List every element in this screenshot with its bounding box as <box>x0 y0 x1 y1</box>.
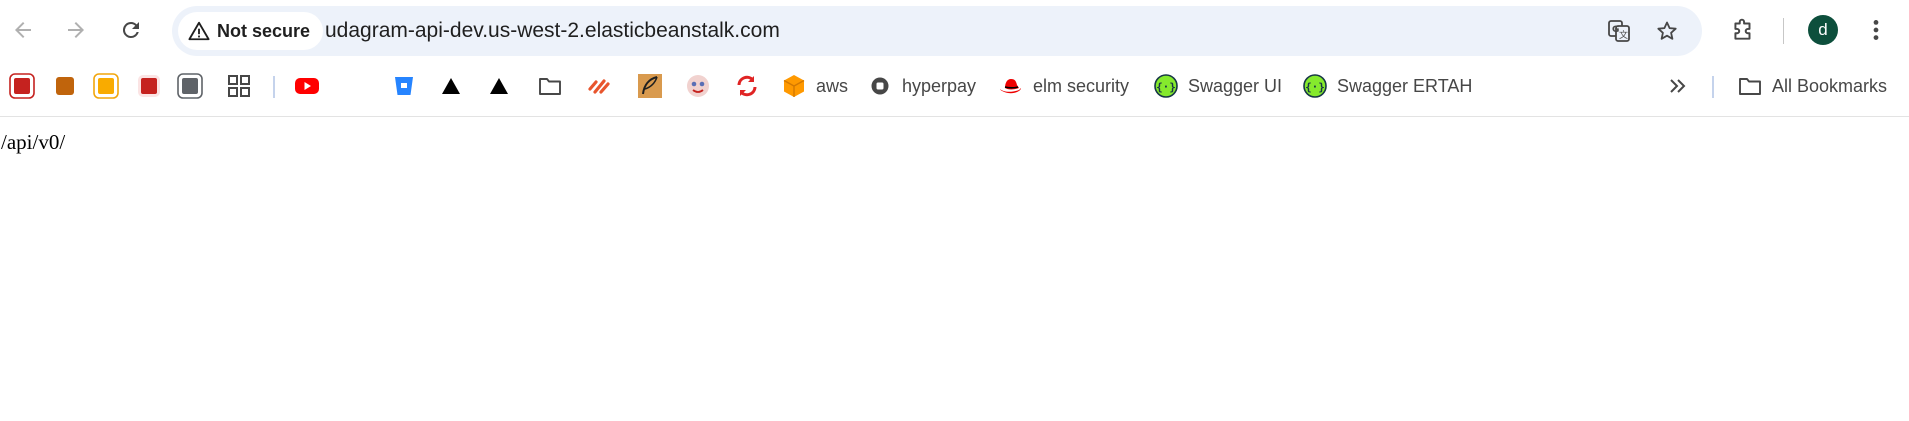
ring-icon <box>867 73 893 99</box>
bookmark-item[interactable] <box>486 66 512 106</box>
translate-button[interactable]: G 文 <box>1603 15 1635 47</box>
bookmark-item[interactable] <box>226 66 252 106</box>
bookmarks-divider <box>273 76 275 98</box>
bookmark-star-button[interactable] <box>1651 15 1683 47</box>
warning-triangle-icon <box>188 21 210 41</box>
bookmark-label: Swagger UI <box>1188 75 1283 96</box>
translate-icon: G 文 <box>1608 20 1630 42</box>
star-icon <box>1657 21 1677 40</box>
puzzle-icon <box>1734 18 1751 40</box>
bookmark-item[interactable] <box>537 66 563 106</box>
bookmark-item[interactable] <box>438 66 464 106</box>
apps-grid-icon <box>226 73 252 99</box>
bookmark-item[interactable] <box>637 66 663 106</box>
bookmark-item[interactable] <box>93 66 119 106</box>
bookmark-label: elm security <box>1033 75 1130 96</box>
bookmark-elm-security[interactable]: elm security <box>998 66 1129 106</box>
bookmark-label: aws <box>816 75 849 96</box>
double-chevron-icon <box>1665 73 1691 99</box>
security-chip[interactable]: Not secure <box>178 12 324 50</box>
stripes-icon <box>587 73 613 99</box>
page-text: /api/v0/ <box>1 130 66 154</box>
feather-icon <box>637 73 663 99</box>
svg-text:文: 文 <box>1619 29 1628 41</box>
bookmarks-divider <box>1712 76 1714 98</box>
crimson-square-icon <box>136 73 162 99</box>
all-bookmarks-label: All Bookmarks <box>1772 75 1888 96</box>
black-triangle-icon <box>486 73 512 99</box>
bookmark-item[interactable] <box>136 66 162 106</box>
forward-button[interactable] <box>57 11 95 49</box>
reload-button[interactable] <box>112 11 150 49</box>
aws-cube-icon <box>781 73 807 99</box>
menu-button[interactable] <box>1859 13 1893 47</box>
browser-toolbar: Not secure udagram-api-dev.us-west-2.ela… <box>0 0 1909 60</box>
swagger-icon: {·} <box>1153 73 1179 99</box>
bookmark-item[interactable] <box>294 66 320 106</box>
folder-icon <box>537 73 563 99</box>
youtube-icon <box>294 73 320 99</box>
toolbar-divider <box>1783 18 1784 44</box>
security-label: Not secure <box>217 20 311 41</box>
bookmark-label: hyperpay <box>902 75 977 96</box>
bookmark-swagger-ertah[interactable]: {·} Swagger ERTAH <box>1302 66 1472 106</box>
bookmark-swagger-ui[interactable]: {·} Swagger UI <box>1153 66 1282 106</box>
reload-icon <box>122 21 139 38</box>
bookmarks-bar: aws hyperpay elm security {·} Swagger UI… <box>0 66 1909 106</box>
folder-icon <box>1737 73 1763 99</box>
all-bookmarks-button[interactable]: All Bookmarks <box>1737 66 1887 106</box>
bookmark-aws[interactable]: aws <box>781 66 848 106</box>
arrow-right-icon <box>68 22 84 38</box>
black-triangle-icon <box>438 73 464 99</box>
swagger-icon: {·} <box>1302 73 1328 99</box>
face-icon <box>685 73 711 99</box>
red-square-icon <box>9 73 35 99</box>
arrow-left-icon <box>15 22 31 38</box>
bookmark-item[interactable] <box>52 66 78 106</box>
bookmark-item[interactable] <box>685 66 711 106</box>
orange-square-icon <box>52 73 78 99</box>
svg-text:{·}: {·} <box>1305 81 1325 94</box>
bookmark-item[interactable] <box>734 66 760 106</box>
bookmark-item[interactable] <box>9 66 35 106</box>
sync-arrows-icon <box>734 73 760 99</box>
yellow-square-icon <box>93 73 119 99</box>
bookmark-item[interactable] <box>177 66 203 106</box>
gray-square-icon <box>177 73 203 99</box>
bitbucket-icon <box>391 73 417 99</box>
redhat-icon <box>998 73 1024 99</box>
bookmark-label: Swagger ERTAH <box>1337 75 1473 96</box>
profile-avatar[interactable]: d <box>1808 15 1838 45</box>
bookmarks-overflow-button[interactable] <box>1665 66 1691 106</box>
page-content: /api/v0/ <box>0 117 1909 421</box>
bookmark-item[interactable] <box>587 66 613 106</box>
svg-text:{·}: {·} <box>1156 81 1176 94</box>
address-bar[interactable]: Not secure udagram-api-dev.us-west-2.ela… <box>172 6 1702 56</box>
url-text[interactable]: udagram-api-dev.us-west-2.elasticbeansta… <box>325 6 780 56</box>
extensions-button[interactable] <box>1726 13 1760 47</box>
more-vertical-icon <box>1873 20 1879 40</box>
bookmark-hyperpay[interactable]: hyperpay <box>867 66 976 106</box>
bookmark-item[interactable] <box>391 66 417 106</box>
back-button[interactable] <box>4 11 42 49</box>
